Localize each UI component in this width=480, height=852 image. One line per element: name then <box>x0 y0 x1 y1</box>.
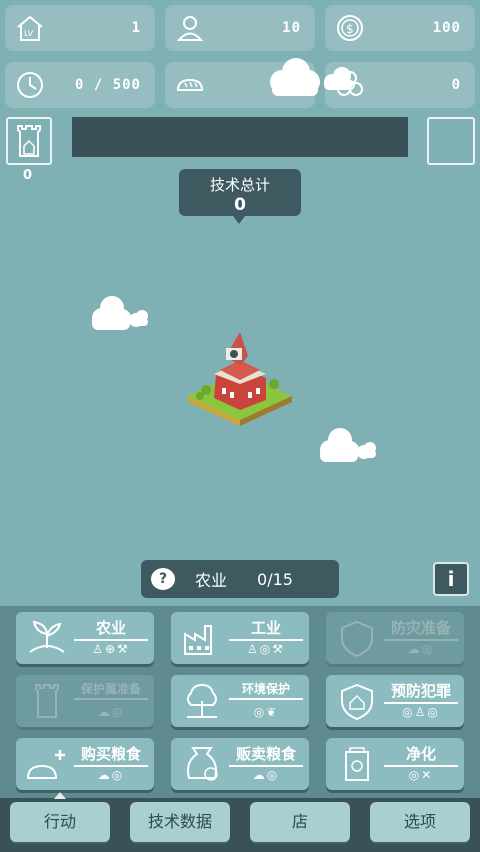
population-value: 10 <box>282 20 301 36</box>
industry-effects: ♙◎⚒ <box>247 642 285 656</box>
purify-label: 净化 <box>384 743 458 767</box>
agriculture-button[interactable]: 农业 ♙⊕⚒ <box>16 612 154 664</box>
sell-food-label: 贩卖粮食 <box>229 743 303 767</box>
tower-icon <box>35 684 59 718</box>
progress-bar <box>72 117 408 157</box>
money-value: 100 <box>432 20 461 36</box>
cloud <box>270 58 352 96</box>
tab-tech-data[interactable]: 技术数据 <box>130 802 230 842</box>
task-name: 农业 <box>195 571 228 590</box>
disaster-prep-button[interactable]: 防灾准备 ☁◎ <box>326 612 464 664</box>
active-tab-indicator <box>54 792 66 799</box>
purifier-icon <box>345 747 369 781</box>
svg-text:LV: LV <box>24 29 34 38</box>
task-progress: 0/15 <box>257 569 293 589</box>
purify-button[interactable]: 净化 ◎✕ <box>326 738 464 790</box>
tower-count: 0 <box>23 168 33 183</box>
environment-protection-effects: ◎❦ <box>253 705 279 719</box>
money-stat: $ 100 <box>325 5 475 51</box>
crime-prevention-button[interactable]: 预防犯罪 ◎♙◎ <box>326 675 464 727</box>
shield-home-icon <box>341 683 373 721</box>
protection-prep-effects: ☁◎ <box>97 705 125 719</box>
sell-food-effects: ☁◎ <box>252 768 280 782</box>
tree-icon <box>187 683 217 718</box>
bread-icon <box>176 78 204 91</box>
tech-total-label: 技术总计 <box>209 176 270 194</box>
cloud <box>92 296 148 330</box>
level-stat: LV 1 <box>5 5 155 51</box>
svg-text:$: $ <box>346 22 354 36</box>
tab-shop[interactable]: 店 <box>250 802 350 842</box>
tab-options[interactable]: 选项 <box>370 802 470 842</box>
buy-food-label: 购买粮食 <box>74 743 148 767</box>
buy-food-effects: ☁◎ <box>97 768 125 782</box>
crime-prevention-label: 预防犯罪 <box>384 680 458 704</box>
crime-prevention-effects: ◎♙◎ <box>402 705 440 719</box>
tech-total-bubble: 技术总计 0 <box>179 169 301 224</box>
level-value: 1 <box>131 20 141 36</box>
disaster-prep-effects: ☁◎ <box>407 642 435 656</box>
agriculture-label: 农业 <box>74 617 148 641</box>
population-stat: 10 <box>165 5 315 51</box>
industry-label: 工业 <box>229 617 303 641</box>
current-task[interactable]: ? 农业 0/15 <box>141 560 339 598</box>
time-value: 0 / 500 <box>74 77 141 93</box>
environment-protection-button[interactable]: 环境保护 ◎❦ <box>171 675 309 727</box>
industry-button[interactable]: 工业 ♙◎⚒ <box>171 612 309 664</box>
info-button[interactable]: i <box>433 562 469 596</box>
tower-button[interactable] <box>6 117 52 165</box>
purify-effects: ◎✕ <box>408 768 434 782</box>
clock-icon <box>17 72 43 98</box>
disaster-prep-label: 防灾准备 <box>384 617 458 641</box>
tech-total-value: 0 <box>234 195 246 215</box>
agriculture-effects: ♙⊕⚒ <box>92 642 130 656</box>
shield-icon <box>341 620 373 658</box>
question-icon: ? <box>151 568 175 590</box>
empty-slot-button[interactable] <box>427 117 475 165</box>
time-stat: 0 / 500 <box>5 62 155 108</box>
sprout-icon <box>29 620 65 653</box>
level-icon: LV <box>17 15 43 41</box>
sell-food-button[interactable]: 贩卖粮食 ☁◎ <box>171 738 309 790</box>
person-icon <box>176 16 204 41</box>
tab-action[interactable]: 行动 <box>10 802 110 842</box>
factory-icon <box>184 625 212 655</box>
protection-prep-label: 保护属准备 <box>74 680 148 700</box>
cloud <box>320 428 376 462</box>
bread-plus-icon <box>26 750 65 779</box>
sack-icon <box>187 747 218 781</box>
coin-icon: $ <box>337 15 363 41</box>
environment-protection-label: 环境保护 <box>229 680 303 700</box>
city-island <box>188 332 292 426</box>
buy-food-button[interactable]: 购买粮食 ☁◎ <box>16 738 154 790</box>
pollution-value: 0 <box>451 77 461 93</box>
tower-icon <box>17 125 41 157</box>
protection-prep-button[interactable]: 保护属准备 ☁◎ <box>16 675 154 727</box>
